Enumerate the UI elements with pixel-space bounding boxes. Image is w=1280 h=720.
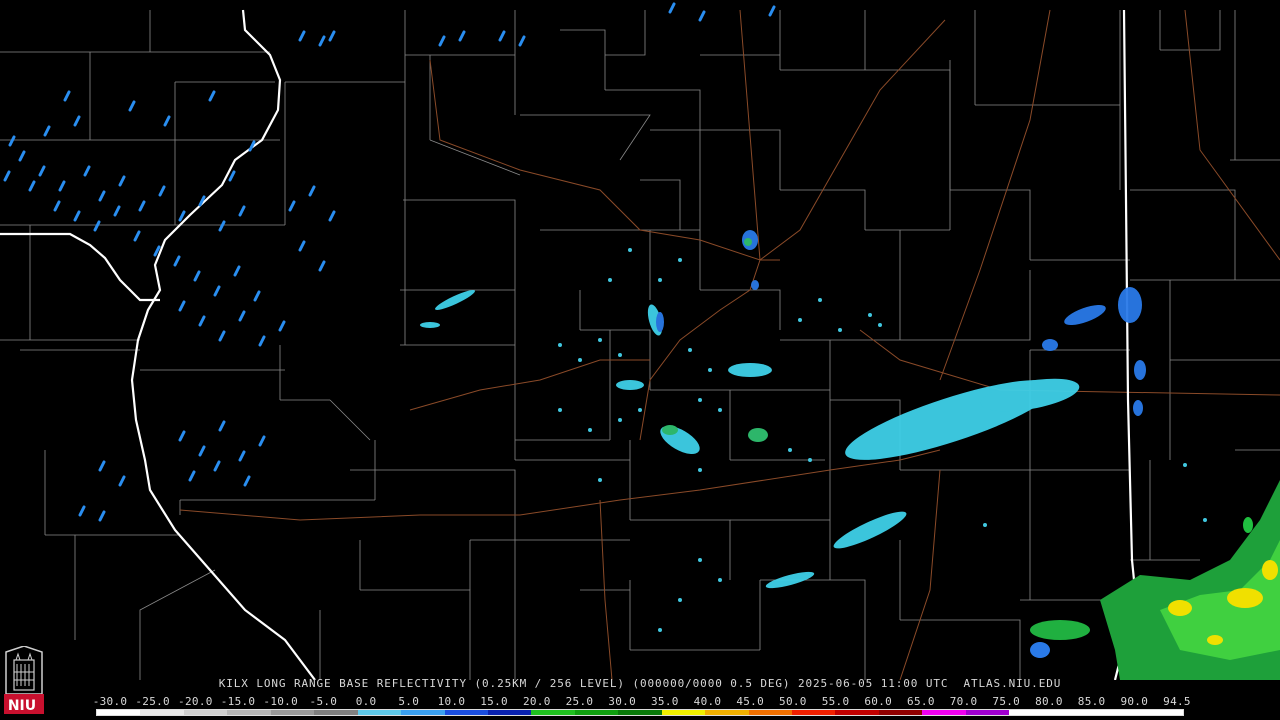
reflectivity-color-scale (96, 709, 1184, 716)
color-scale-segment (183, 710, 228, 715)
color-scale-segment (1096, 710, 1140, 715)
legend-tick-label: 30.0 (608, 695, 637, 708)
color-scale-segment (705, 710, 749, 715)
color-scale-segment (401, 710, 445, 715)
legend-tick-labels: -30.0 -25.0 -20.0 -15.0 -10.0 -5.0 0.0 5.0 10.0 1… (0, 695, 1280, 708)
legend-tick-label: -10.0 (263, 695, 299, 708)
legend-tick-label: 60.0 (864, 695, 893, 708)
legend-tick-label: -5.0 (309, 695, 338, 708)
color-scale-segment (314, 710, 358, 715)
color-scale-segment (531, 710, 575, 715)
legend-tick-label: 90.0 (1120, 695, 1149, 708)
legend-tick-label: 25.0 (565, 695, 594, 708)
color-scale-segment (487, 710, 532, 715)
color-scale-segment (574, 710, 619, 715)
legend-tick-label: 65.0 (907, 695, 935, 708)
legend-tick-label: 20.0 (522, 695, 551, 708)
legend-tick-label: -25.0 (135, 695, 170, 708)
color-scale-segment (97, 710, 141, 715)
legend-tick-label: 70.0 (949, 695, 978, 708)
color-scale-segment (270, 710, 315, 715)
legend-tick-label: 5.0 (398, 695, 420, 708)
color-scale-segment (661, 710, 706, 715)
color-scale-segment (444, 710, 488, 715)
legend-tick-label: 85.0 (1077, 695, 1106, 708)
color-scale-segment (618, 710, 662, 715)
color-scale-segment (792, 710, 836, 715)
color-scale-segment (1139, 710, 1183, 715)
legend-tick-label: -15.0 (220, 695, 256, 708)
legend-tick-label: 55.0 (821, 695, 850, 708)
color-scale-segment (922, 710, 966, 715)
color-scale-segment (835, 710, 879, 715)
legend-tick-label: 75.0 (992, 695, 1021, 708)
color-scale-segment (357, 710, 402, 715)
color-scale-segment (748, 710, 792, 715)
legend-tick-label: 94.5 (1163, 695, 1191, 708)
color-scale-segment (1009, 710, 1053, 715)
legend-tick-label: 40.0 (693, 695, 722, 708)
color-scale-segment (227, 710, 271, 715)
legend-tick-label: 80.0 (1035, 695, 1063, 708)
color-scale-segment (140, 710, 184, 715)
color-scale-segment (1052, 710, 1097, 715)
product-caption: KILX LONG RANGE BASE REFLECTIVITY (0.25K… (218, 677, 1062, 690)
legend-tick-label: 15.0 (480, 695, 508, 708)
color-scale-segment (878, 710, 923, 715)
legend-tick-label: 10.0 (437, 695, 466, 708)
legend-tick-label: 35.0 (650, 695, 679, 708)
legend-tick-label: -20.0 (178, 695, 213, 708)
legend-tick-label: 45.0 (736, 695, 765, 708)
color-scale-segment (965, 710, 1010, 715)
legend-tick-label: -30.0 (92, 695, 128, 708)
legend-tick-label: 50.0 (779, 695, 807, 708)
radar-map (0, 0, 1280, 680)
legend-tick-label: 0.0 (355, 695, 377, 708)
